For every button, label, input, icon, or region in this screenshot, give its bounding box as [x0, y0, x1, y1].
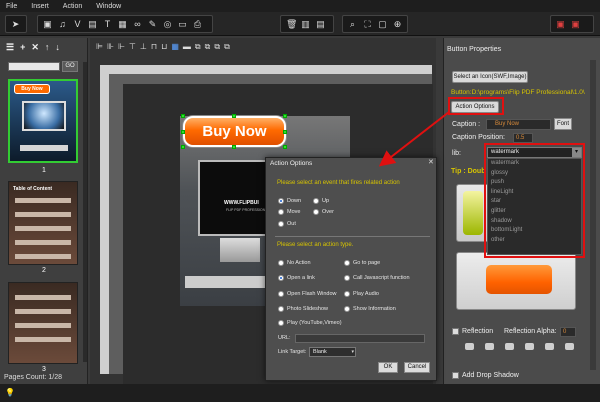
status-bar [0, 384, 600, 402]
annotation-arrow [378, 111, 450, 167]
app-window: File Insert Action Window ➤ ▣ ♫ V ▤ T ▦ … [0, 0, 600, 402]
lightbulb-icon[interactable]: 💡 [5, 388, 15, 397]
